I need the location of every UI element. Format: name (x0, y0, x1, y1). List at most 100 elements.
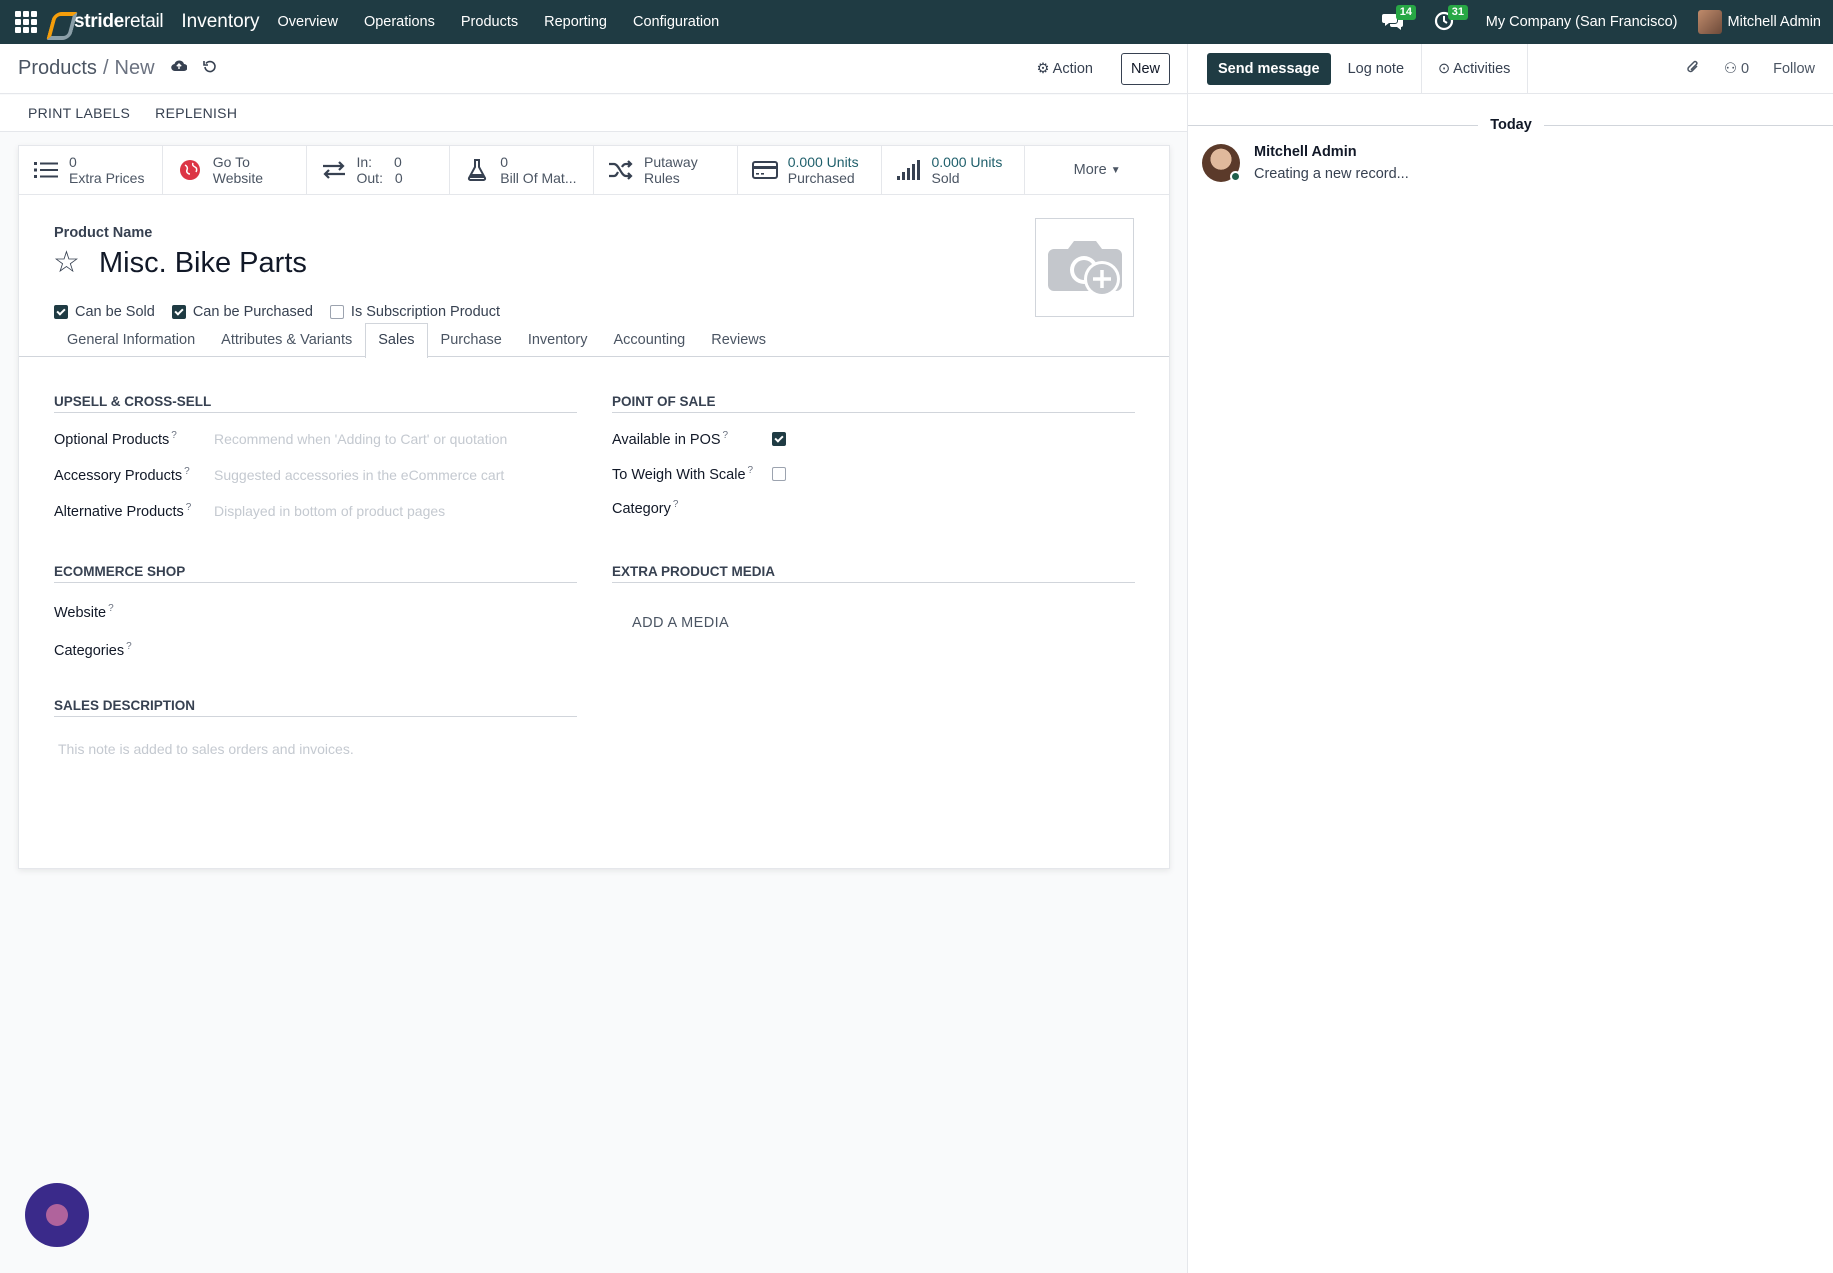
breadcrumb-parent[interactable]: Products (18, 57, 97, 79)
menu-item-products[interactable]: Products (461, 14, 518, 30)
product-name-input[interactable]: Misc. Bike Parts (99, 247, 307, 280)
menu-item-operations[interactable]: Operations (364, 14, 435, 30)
new-button[interactable]: New (1120, 52, 1170, 85)
tab-sales[interactable]: Sales (365, 323, 428, 358)
sales-description-input[interactable]: This note is added to sales orders and i… (58, 741, 577, 757)
tab-reviews[interactable]: Reviews (698, 323, 779, 357)
signal-bars-icon (896, 159, 922, 181)
app-name[interactable]: Inventory (181, 11, 259, 33)
menu-item-configuration[interactable]: Configuration (633, 14, 719, 30)
can-be-sold-label: Can be Sold (75, 304, 155, 320)
in-value: 0 (393, 154, 402, 170)
chatter-message: Mitchell Admin Creating a new record... (1202, 144, 1409, 182)
product-name-label: Product Name (54, 225, 153, 241)
putaway-line1: Putaway (644, 154, 698, 170)
discard-undo-icon[interactable] (202, 59, 217, 78)
action-label: Action (1052, 60, 1093, 77)
website-row: Website? (54, 593, 577, 631)
credit-card-icon (751, 159, 778, 181)
camera-add-icon (1047, 240, 1122, 297)
optional-products-row: Optional Products? Recommend when 'Addin… (54, 421, 577, 457)
navbar-systray: 14 31 My Company (San Francisco) Mitchel… (1381, 5, 1821, 34)
bill-of-materials-button[interactable]: 0 Bill Of Mat... (450, 146, 594, 194)
save-cloud-icon[interactable] (170, 59, 188, 78)
follow-button[interactable]: Follow (1773, 61, 1815, 77)
user-menu[interactable]: Mitchell Admin (1697, 10, 1821, 34)
random-shuffle-icon (608, 159, 634, 181)
flask-icon (464, 159, 490, 181)
extra-prices-value: 0 (69, 154, 77, 170)
author-avatar[interactable] (1202, 144, 1241, 182)
activities-chatter-button[interactable]: ⊙ Activities (1421, 43, 1529, 94)
can-be-purchased-field[interactable]: Can be Purchased (171, 304, 313, 320)
brand-logo[interactable]: strideretail (48, 10, 164, 34)
control-actions: ⚙ Action New (1036, 52, 1170, 85)
messages-badge: 14 (1395, 5, 1416, 20)
accessory-products-input[interactable]: Suggested accessories in the eCommerce c… (214, 467, 504, 483)
send-message-button[interactable]: Send message (1207, 52, 1331, 85)
more-smart-buttons[interactable]: More ▼ (1025, 146, 1169, 194)
print-labels-button[interactable]: PRINT LABELS (28, 105, 130, 121)
action-menu-button[interactable]: ⚙ Action (1036, 61, 1093, 77)
upsell-group: UPSELL & CROSS-SELL Optional Products? R… (54, 394, 577, 529)
out-value: 0 (394, 170, 403, 186)
is-subscription-checkbox[interactable] (329, 305, 344, 319)
clock-icon: ⊙ (1438, 60, 1451, 77)
form-tabs: General Information Attributes & Variant… (19, 323, 1169, 358)
categories-input[interactable] (214, 640, 514, 660)
activities-button[interactable]: 31 (1434, 5, 1468, 33)
pos-group: POINT OF SALE Available in POS? To Weigh… (612, 394, 1135, 525)
website-input[interactable] (214, 602, 514, 622)
pos-category-input[interactable] (772, 498, 1072, 518)
alternative-products-input[interactable]: Displayed in bottom of product pages (214, 503, 445, 519)
menu-item-overview[interactable]: Overview (278, 14, 338, 30)
tab-inventory[interactable]: Inventory (515, 323, 601, 357)
more-label: More (1073, 162, 1107, 178)
in-out-button[interactable]: In: 0 Out: 0 (307, 146, 451, 194)
favorite-star-icon[interactable]: ☆ (53, 245, 80, 280)
purchased-button[interactable]: 0.000 Units Purchased (738, 146, 882, 194)
product-image-upload[interactable] (1035, 218, 1134, 317)
apps-menu-icon[interactable] (14, 10, 38, 34)
messages-button[interactable]: 14 (1381, 5, 1416, 33)
tab-general-information[interactable]: General Information (54, 323, 208, 357)
go-to-website-button[interactable]: Go To Website (163, 146, 307, 194)
alternative-products-row: Alternative Products? Displayed in botto… (54, 493, 577, 529)
sales-tab-content: UPSELL & CROSS-SELL Optional Products? R… (19, 358, 1169, 868)
putaway-rules-button[interactable]: Putaway Rules (594, 146, 738, 194)
can-be-sold-field[interactable]: Can be Sold (54, 304, 155, 320)
extra-prices-button[interactable]: 0 Extra Prices (19, 146, 163, 194)
can-be-purchased-checkbox[interactable] (171, 305, 186, 319)
assistant-icon (46, 1204, 68, 1226)
message-author: Mitchell Admin (1254, 144, 1357, 160)
optional-products-input[interactable]: Recommend when 'Adding to Cart' or quota… (214, 431, 507, 447)
breadcrumb-separator: / (102, 57, 109, 79)
is-subscription-label: Is Subscription Product (350, 304, 501, 320)
can-be-sold-checkbox[interactable] (54, 305, 68, 319)
sold-button[interactable]: 0.000 Units Sold (882, 146, 1026, 194)
ecommerce-title: ECOMMERCE SHOP (54, 564, 577, 583)
categories-label: Categories? (54, 641, 132, 659)
add-media-button[interactable]: ADD A MEDIA (632, 615, 1135, 631)
paperclip-icon[interactable] (1686, 59, 1700, 79)
available-in-pos-checkbox[interactable] (772, 432, 786, 446)
caret-down-icon: ▼ (1110, 164, 1121, 176)
replenish-button[interactable]: REPLENISH (155, 105, 237, 121)
product-flags: Can be Sold Can be Purchased Is Subscrip… (54, 304, 517, 320)
is-subscription-field[interactable]: Is Subscription Product (329, 304, 501, 320)
followers-button[interactable]: ⚇ 0 (1724, 61, 1749, 77)
message-body: Creating a new record... (1254, 166, 1409, 182)
optional-products-label: Optional Products? (54, 430, 177, 448)
followers-count: 0 (1741, 60, 1750, 77)
log-note-button[interactable]: Log note (1348, 61, 1404, 77)
tab-attributes-variants[interactable]: Attributes & Variants (208, 323, 365, 357)
company-switcher[interactable]: My Company (San Francisco) (1486, 14, 1678, 30)
to-weigh-checkbox[interactable] (772, 467, 786, 481)
tab-purchase[interactable]: Purchase (428, 323, 515, 357)
website-line2: Website (212, 170, 264, 186)
to-weigh-label: To Weigh With Scale? (612, 465, 754, 483)
globe-icon (177, 159, 203, 181)
assistant-fab-button[interactable] (25, 1183, 89, 1247)
menu-item-reporting[interactable]: Reporting (544, 14, 607, 30)
tab-accounting[interactable]: Accounting (600, 323, 698, 357)
